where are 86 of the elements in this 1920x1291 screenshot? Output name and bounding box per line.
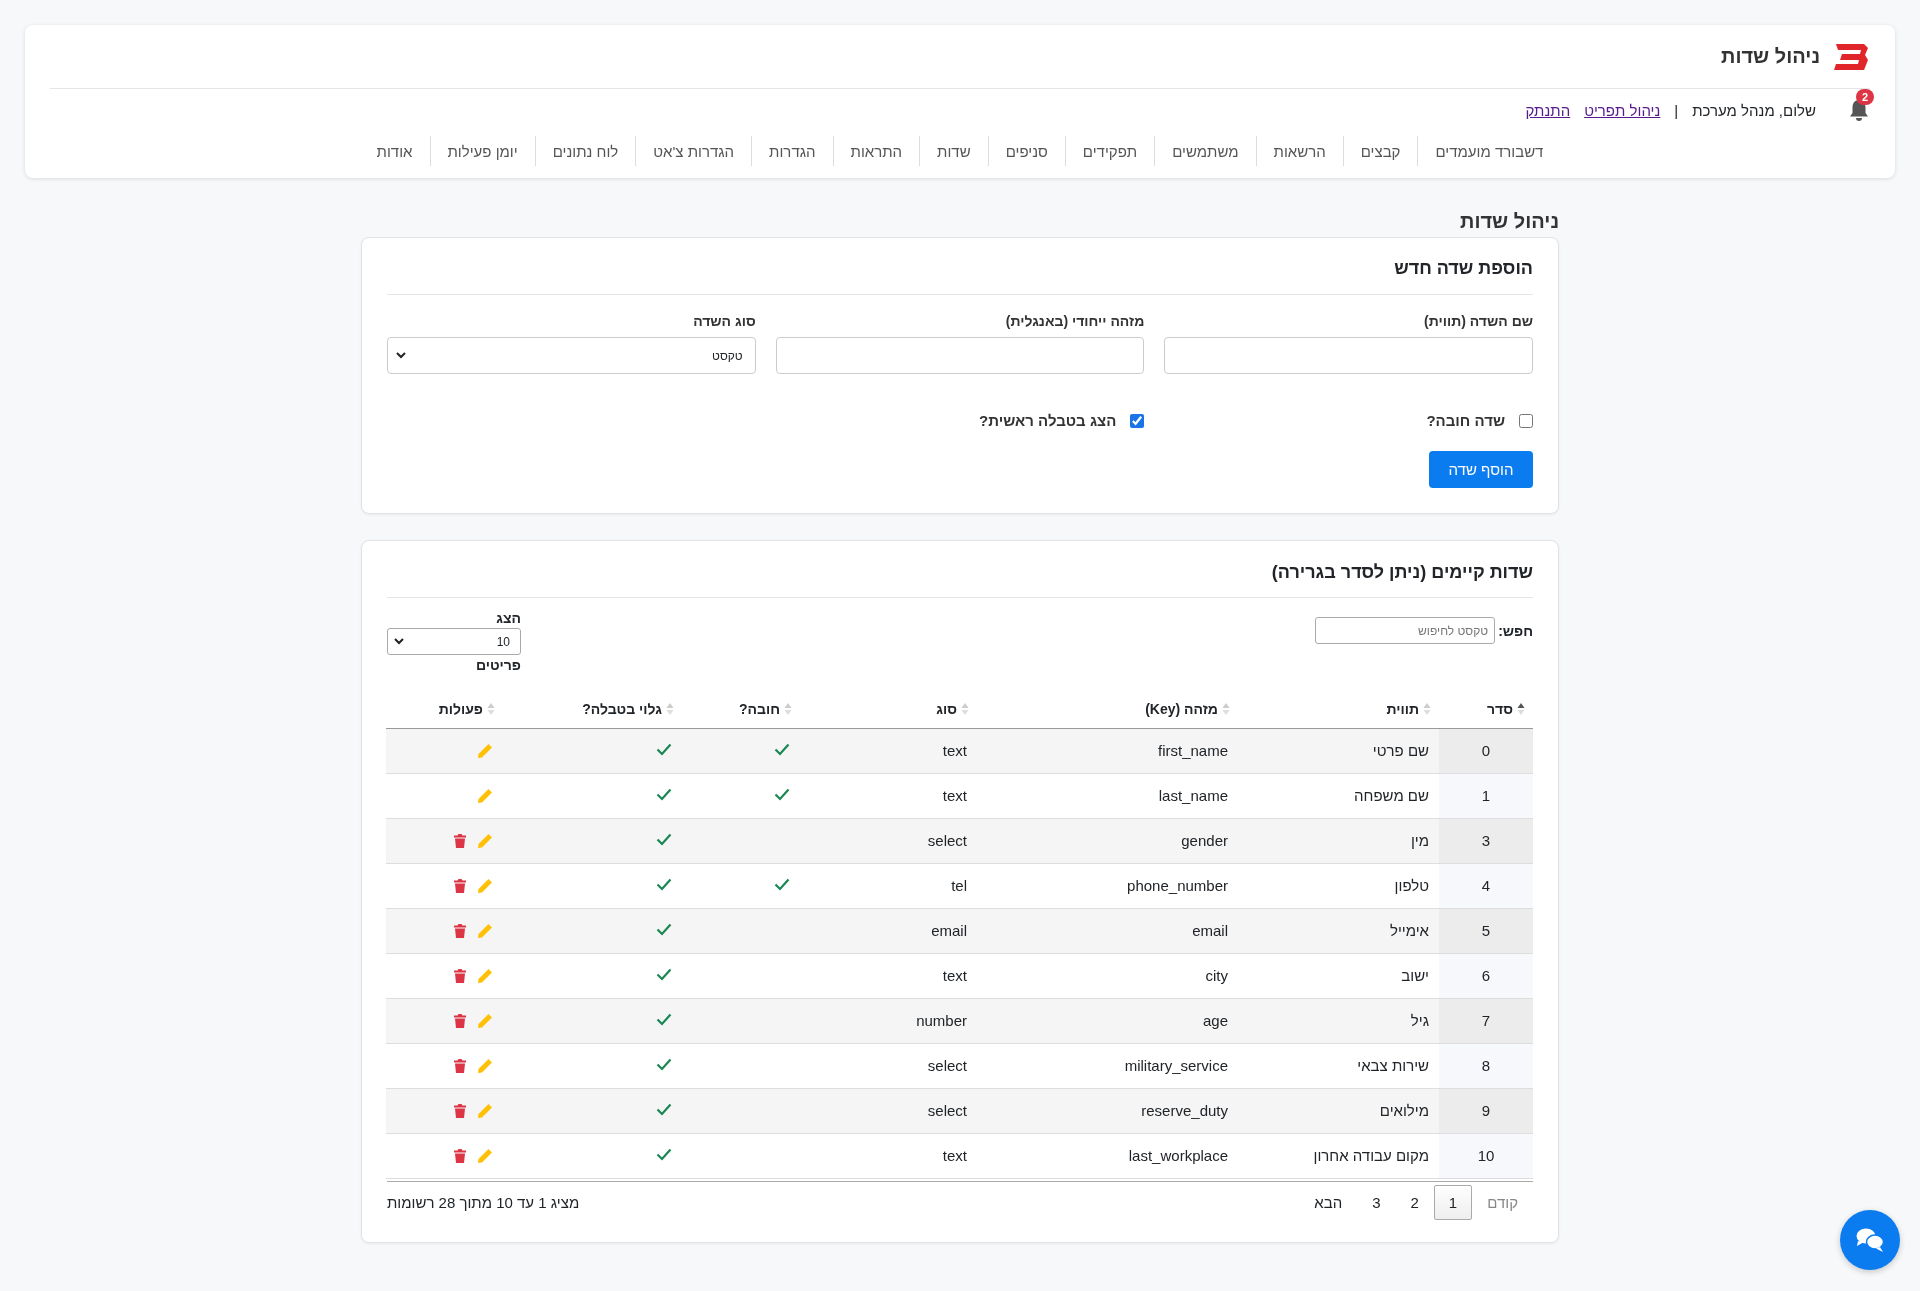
app-title: ניהול שדות	[1721, 45, 1820, 68]
nav-link[interactable]: תפקידים	[1065, 142, 1155, 160]
field-label: שם השדה (תווית)	[1423, 313, 1533, 329]
table-cell: email	[800, 908, 977, 953]
greeting: שלום, מנהל מערכת	[1692, 101, 1816, 119]
nav-link[interactable]: התראות	[833, 142, 920, 160]
table-cell: text	[800, 728, 977, 773]
table-cell: מקום עבודה אחרון	[1238, 1133, 1439, 1178]
table-cell: select	[800, 1088, 977, 1133]
table-cell: שם משפחה	[1238, 773, 1439, 818]
column-header[interactable]: תווית	[1386, 700, 1419, 717]
nav-link[interactable]: הגדרות	[752, 142, 833, 160]
nav-link[interactable]: דשבורד מועמדים	[1418, 142, 1561, 160]
table-cell: מילואים	[1238, 1088, 1439, 1133]
next-link[interactable]: הבא	[1299, 1184, 1358, 1220]
table-cell: text	[800, 953, 977, 998]
nav-link[interactable]: לוח נתונים	[535, 142, 636, 160]
card-title: הוספת שדה חדש	[387, 238, 1533, 295]
table-cell: 9	[1439, 1088, 1533, 1133]
table-cell: 3	[1439, 818, 1533, 863]
table-cell: last_workplace	[977, 1133, 1238, 1178]
nav-link[interactable]: סניפים	[988, 142, 1065, 160]
page-title: ניהול שדות	[1459, 210, 1559, 233]
table-cell: email	[977, 908, 1238, 953]
table-cell: 5	[1439, 908, 1533, 953]
table-cell: select	[800, 1043, 977, 1088]
table-cell: military_service	[977, 1043, 1238, 1088]
table-cell: age	[977, 998, 1238, 1043]
table-cell: 1	[1439, 773, 1533, 818]
field-label: סוג השדה	[692, 313, 756, 329]
nav-link[interactable]: אודות	[359, 142, 430, 160]
table-cell: 4	[1439, 863, 1533, 908]
page-link[interactable]: 3	[1357, 1184, 1396, 1220]
column-header[interactable]: סוג	[936, 700, 957, 717]
table-cell: 6	[1439, 953, 1533, 998]
table-info: מציג 1 עד 10 מתוך 28 רשומות	[387, 1193, 580, 1211]
type-select[interactable]: טקסט	[387, 337, 756, 374]
table-cell: ישוב	[1238, 953, 1439, 998]
page-size-select[interactable]: 10	[387, 628, 521, 655]
card-title: שדות קיימים (ניתן לסדר בגרירה)	[387, 541, 1533, 598]
table-cell: text	[800, 1133, 977, 1178]
table-cell: phone_number	[977, 863, 1238, 908]
checkbox-label: הצג בטבלה ראשית?	[979, 412, 1117, 429]
page-size-label: הצג	[496, 610, 521, 626]
table-cell: gender	[977, 818, 1238, 863]
checkbox-label: שדה חובה?	[1426, 412, 1505, 429]
search-field[interactable]: טקסט לחיפוש	[1315, 617, 1496, 644]
column-header[interactable]: חובה?	[739, 700, 780, 717]
search-label: חפש:	[1498, 622, 1533, 639]
table-cell: select	[800, 818, 977, 863]
nav-link[interactable]: משתמשים	[1155, 142, 1256, 160]
nav-link[interactable]: יומן פעילות	[430, 142, 535, 160]
column-header[interactable]: סדר	[1487, 700, 1513, 717]
table-cell: 8	[1439, 1043, 1533, 1088]
table-cell: 7	[1439, 998, 1533, 1043]
table-cell: מין	[1238, 818, 1439, 863]
table-cell: שירות צבאי	[1238, 1043, 1439, 1088]
table-cell: city	[977, 953, 1238, 998]
table-cell: שם פרטי	[1238, 728, 1439, 773]
table-cell: text	[800, 773, 977, 818]
notification-badge: 2	[1856, 89, 1875, 105]
nav-link[interactable]: הגדרות צ'אט	[636, 142, 752, 160]
page-size-label: פריטים	[475, 657, 521, 673]
table-cell: 10	[1439, 1133, 1533, 1178]
table-cell: first_name	[977, 728, 1238, 773]
table-cell: number	[800, 998, 977, 1043]
table-cell: last_name	[977, 773, 1238, 818]
column-header[interactable]: גלוי בטבלה?	[582, 700, 662, 717]
table-cell: reserve_duty	[977, 1088, 1238, 1133]
column-header[interactable]: פעולות	[438, 700, 483, 717]
table-cell: 0	[1439, 728, 1533, 773]
add-field-button[interactable]: הוסף שדה	[1429, 451, 1533, 488]
page-link[interactable]: 1	[1433, 1184, 1473, 1220]
page-link[interactable]: 2	[1395, 1184, 1434, 1220]
user-link[interactable]: התנתק	[1525, 101, 1571, 119]
user-link[interactable]: ניהול תפריט	[1584, 101, 1661, 119]
column-header[interactable]: מזהה (Key)	[1145, 700, 1218, 717]
table-cell: tel	[800, 863, 977, 908]
table-cell: גיל	[1238, 998, 1439, 1043]
separator: |	[1674, 101, 1679, 119]
nav-link[interactable]: שדות	[920, 142, 988, 160]
nav-link[interactable]: קבצים	[1343, 142, 1418, 160]
nav-link[interactable]: הרשאות	[1256, 142, 1343, 160]
table-cell: אימייל	[1238, 908, 1439, 953]
table-cell: טלפון	[1238, 863, 1439, 908]
field-label: מזהה ייחודי (באנגלית)	[1004, 313, 1145, 329]
